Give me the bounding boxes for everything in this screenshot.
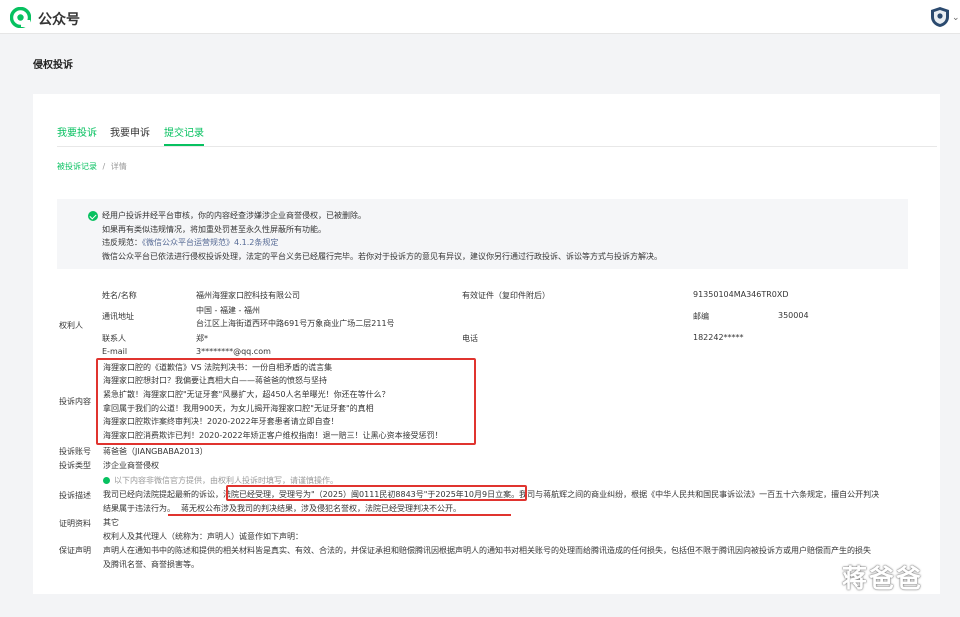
cert-label: 有效证件（复印件附后） bbox=[462, 291, 550, 300]
tab-appeal[interactable]: 我要申诉 bbox=[110, 124, 150, 139]
desc-line-2b: 蒋无权公布涉及我司的判决结果，涉及侵犯名誉权，法院已经受理判决不公开。 bbox=[181, 504, 461, 513]
contact-label: 联系人 bbox=[102, 334, 126, 343]
address-label: 通讯地址 bbox=[102, 312, 134, 321]
article-item: 海狸家口腔想封口？我偏要让真相大白——蒋爸爸的愤怒与坚持 bbox=[103, 376, 327, 385]
complaint-type-value: 涉企业商誉侵权 bbox=[103, 461, 159, 470]
guarantee-section-label: 保证声明 bbox=[59, 546, 91, 555]
breadcrumb-current: 详情 bbox=[110, 162, 127, 171]
notice-line-2: 如果再有类似违规情况，将加重处罚甚至永久性屏蔽所有功能。 bbox=[102, 225, 326, 234]
desc-part-1: 我司已经向法院提起最新的诉讼， bbox=[103, 490, 223, 499]
complaint-desc-label: 投诉描述 bbox=[59, 491, 91, 500]
zip-value: 350004 bbox=[778, 311, 809, 320]
guarantee-line-2: 声明人在通知书中的陈述和提供的相关材料皆是真实、有效、合法的，并保证承担和赔偿腾… bbox=[103, 546, 871, 555]
page-title: 侵权投诉 bbox=[33, 60, 73, 71]
guarantee-line-1: 权利人及其代理人（统称为：声明人）诚意作如下声明： bbox=[103, 532, 303, 541]
info-note-text: 以下内容非微信官方提供，由权利人投诉时填写，请谨慎操作。 bbox=[114, 476, 338, 485]
cert-value: 91350104MA346TR0XD bbox=[693, 290, 789, 299]
article-item: 海狸家口腔消费欺诈已判！2020-2022年矫正客户维权指南！退一赔三！让黑心资… bbox=[103, 431, 443, 440]
chevron-down-icon[interactable]: ⌄ bbox=[952, 13, 960, 23]
zip-label: 邮编 bbox=[693, 312, 709, 321]
rule-suffix: 4.1.2条规定 bbox=[234, 238, 279, 247]
breadcrumb-parent-link[interactable]: 被投诉记录 bbox=[57, 162, 97, 171]
rule-link[interactable]: 《微信公众平台运营规范》 bbox=[142, 238, 234, 247]
address-line-1: 中国 - 福建 - 福州 bbox=[196, 306, 260, 315]
info-icon bbox=[103, 477, 110, 484]
name-value: 福州海狸家口腔科技有限公司 bbox=[196, 291, 300, 300]
article-item: 海狸家口腔欺诈案终审判决！2020-2022年牙套患者请立即自查！ bbox=[103, 417, 339, 426]
desc-part-2: 我司与蒋航辉之间的商业纠纷，根据《中华人民共和国民事诉讼法》一百五十六条规定，擅… bbox=[519, 490, 880, 499]
top-bar: 公众号 ⌄ bbox=[0, 0, 960, 34]
account-avatar-icon[interactable] bbox=[930, 6, 950, 28]
highlight-underline bbox=[168, 514, 511, 516]
email-label: E-mail bbox=[102, 347, 128, 356]
guarantee-line-3: 及腾讯名誉、商誉损害等。 bbox=[103, 560, 199, 569]
contact-value: 郑* bbox=[196, 334, 208, 343]
notice-line-1: 经用户投诉并经平台审核，你的内容经查涉嫌涉企业商誉侵权，已被删除。 bbox=[102, 211, 366, 220]
complaint-account-label: 投诉账号 bbox=[59, 447, 91, 456]
desc-line-2a: 结果属于违法行为。 bbox=[103, 504, 175, 513]
tab-divider bbox=[57, 146, 937, 147]
proof-label: 证明资料 bbox=[59, 519, 91, 528]
proof-value: 其它 bbox=[103, 518, 119, 527]
wechat-logo-icon bbox=[10, 7, 31, 28]
success-check-icon bbox=[88, 211, 98, 221]
brand-title: 公众号 bbox=[38, 12, 80, 28]
notice-rule: 违反规范：《微信公众平台运营规范》4.1.2条规定 bbox=[102, 237, 278, 248]
phone-label: 电话 bbox=[462, 334, 478, 343]
watermark: 蒋爸爸 bbox=[842, 564, 924, 593]
desc-line-2: 结果属于违法行为。 蒋无权公布涉及我司的判决结果，涉及侵犯名誉权，法院已经受理判决… bbox=[103, 503, 461, 514]
highlight-box-case-number bbox=[226, 485, 527, 501]
tab-complain[interactable]: 我要投诉 bbox=[57, 124, 97, 139]
article-item: 拿回属于我们的公道！我用900天，为女儿揭开海狸家口腔"无证牙套"的真相 bbox=[103, 404, 374, 413]
rights-holder-section-label: 权利人 bbox=[59, 321, 83, 330]
name-label: 姓名/名称 bbox=[102, 291, 137, 300]
article-item: 紧急扩散！海狸家口腔"无证牙套"风暴扩大，超450人名单曝光！你还在等什么？ bbox=[103, 390, 390, 399]
tab-records[interactable]: 提交记录 bbox=[164, 124, 204, 146]
breadcrumb: 被投诉记录 / 详情 bbox=[57, 161, 127, 172]
email-value: 3********@qq.com bbox=[196, 347, 271, 356]
address-line-2: 台江区上海街道西环中路691号万象商业广场二层211号 bbox=[196, 319, 395, 328]
content-card bbox=[33, 94, 940, 594]
complaint-content-label: 投诉内容 bbox=[59, 397, 91, 406]
breadcrumb-separator: / bbox=[102, 162, 106, 171]
complaint-account-value: 蒋爸爸（JIANGBABA2013） bbox=[103, 447, 208, 456]
notice-rule-prefix: 违反规范： bbox=[102, 238, 142, 247]
complaint-type-label: 投诉类型 bbox=[59, 461, 91, 470]
article-item: 海狸家口腔的《道歉信》VS 法院判决书：一份自相矛盾的谎言集 bbox=[103, 363, 333, 372]
phone-value: 182242***** bbox=[693, 333, 744, 342]
notice-line-4: 微信公众平台已依法进行侵权投诉处理，法定的平台义务已经履行完毕。若你对于投诉方的… bbox=[102, 252, 662, 261]
